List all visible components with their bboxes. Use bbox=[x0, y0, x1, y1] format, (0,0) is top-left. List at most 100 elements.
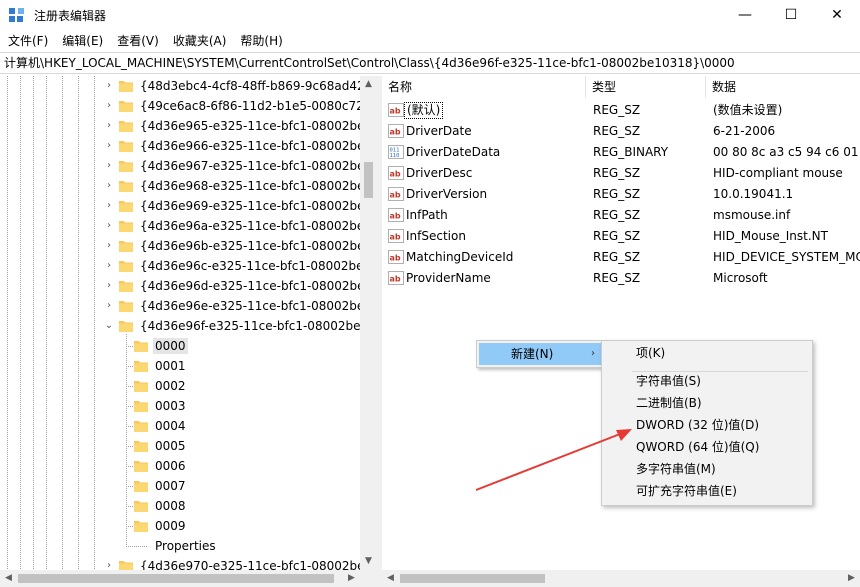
tree-node[interactable]: 0005 bbox=[0, 436, 360, 456]
chevron-right-icon[interactable]: › bbox=[103, 299, 115, 313]
tree-node-selected[interactable]: 0000 bbox=[0, 336, 360, 356]
scroll-thumb[interactable] bbox=[18, 574, 334, 583]
tree-node[interactable]: › {4d36e970-e325-11ce-bfc1-08002be1 bbox=[0, 556, 372, 570]
value-name: DriverDesc bbox=[406, 166, 473, 180]
submenu-item-expandable-string-value[interactable]: 可扩充字符串值(E) bbox=[636, 481, 737, 501]
tree-node[interactable]: 0002 bbox=[0, 376, 360, 396]
tree-node[interactable]: › {4d36e969-e325-11ce-bfc1-08002be1 bbox=[0, 196, 372, 216]
scroll-left-icon[interactable]: ◀ bbox=[382, 570, 399, 587]
chevron-down-icon[interactable]: ⌄ bbox=[103, 319, 115, 333]
chevron-right-icon[interactable]: › bbox=[103, 139, 115, 153]
value-name: ProviderName bbox=[406, 271, 491, 285]
address-bar[interactable]: 计算机\HKEY_LOCAL_MACHINE\SYSTEM\CurrentCon… bbox=[0, 52, 860, 74]
submenu-item-dword-value[interactable]: DWORD (32 位)值(D) bbox=[636, 415, 759, 435]
tree-vertical-scrollbar[interactable]: ▲ ▼ bbox=[360, 76, 377, 570]
tree-node-label: {49ce6ac8-6f86-11d2-b1e5-0080c72e7 bbox=[140, 99, 377, 113]
tree-node[interactable]: 0008 bbox=[0, 496, 360, 516]
tree-node[interactable]: 0007 bbox=[0, 476, 360, 496]
tree-node[interactable]: 0003 bbox=[0, 396, 360, 416]
maximize-button[interactable]: ☐ bbox=[768, 0, 814, 30]
tree-node[interactable]: › {4d36e96a-e325-11ce-bfc1-08002be1 bbox=[0, 216, 372, 236]
table-row[interactable]: ab InfPath REG_SZ msmouse.inf bbox=[382, 205, 860, 226]
string-value-icon: ab bbox=[388, 229, 404, 243]
chevron-right-icon[interactable]: › bbox=[103, 99, 115, 113]
value-data: HID_Mouse_Inst.NT bbox=[713, 229, 828, 243]
value-type: REG_SZ bbox=[593, 208, 641, 222]
chevron-right-icon[interactable]: › bbox=[103, 119, 115, 133]
tree-node[interactable]: › {4d36e96e-e325-11ce-bfc1-08002be1 bbox=[0, 296, 372, 316]
folder-icon bbox=[119, 319, 133, 332]
tree-node-expanded[interactable]: ⌄ {4d36e96f-e325-11ce-bfc1-08002be1 bbox=[0, 316, 368, 336]
context-menu-new-label: 新建(N) bbox=[511, 347, 554, 361]
menu-file[interactable]: 文件(F) bbox=[2, 30, 54, 52]
scroll-down-icon[interactable]: ▼ bbox=[360, 553, 377, 570]
folder-icon bbox=[134, 459, 148, 472]
table-row[interactable]: ab MatchingDeviceId REG_SZ HID_DEVICE_SY… bbox=[382, 247, 860, 268]
key-tree[interactable]: › {48d3ebc4-4cf8-48ff-b869-9c68ad42e › {… bbox=[0, 76, 377, 570]
tree-node[interactable]: › {4d36e968-e325-11ce-bfc1-08002be1 bbox=[0, 176, 372, 196]
chevron-right-icon[interactable]: › bbox=[103, 219, 115, 233]
submenu-item-string-value[interactable]: 字符串值(S) bbox=[636, 371, 701, 391]
table-row[interactable]: ab (默认) REG_SZ (数值未设置) bbox=[382, 100, 860, 121]
submenu-item-qword-value[interactable]: QWORD (64 位)值(Q) bbox=[636, 437, 759, 457]
menu-edit[interactable]: 编辑(E) bbox=[56, 30, 109, 52]
submenu-item-key[interactable]: 项(K) bbox=[636, 343, 665, 363]
chevron-right-icon[interactable]: › bbox=[103, 79, 115, 93]
table-row[interactable]: ab InfSection REG_SZ HID_Mouse_Inst.NT bbox=[382, 226, 860, 247]
tree-node[interactable]: › {4d36e96b-e325-11ce-bfc1-08002be1 bbox=[0, 236, 372, 256]
menu-favorites[interactable]: 收藏夹(A) bbox=[167, 30, 233, 52]
tree-node[interactable]: › {4d36e96c-e325-11ce-bfc1-08002be1 bbox=[0, 256, 371, 276]
chevron-right-icon[interactable]: › bbox=[103, 239, 115, 253]
table-row[interactable]: ab DriverDesc REG_SZ HID-compliant mouse bbox=[382, 163, 860, 184]
tree-node[interactable]: › {49ce6ac8-6f86-11d2-b1e5-0080c72e7 bbox=[0, 96, 376, 116]
tree-node-label: 0008 bbox=[155, 499, 186, 513]
tree-node[interactable]: › {4d36e96d-e325-11ce-bfc1-08002be1 bbox=[0, 276, 372, 296]
tree-node[interactable]: Properties bbox=[0, 536, 360, 556]
tree-node[interactable]: › {4d36e967-e325-11ce-bfc1-08002be1 bbox=[0, 156, 372, 176]
table-row[interactable]: ab ProviderName REG_SZ Microsoft bbox=[382, 268, 860, 289]
tree-node-label: 0003 bbox=[155, 399, 186, 413]
tree-node-label: 0000 bbox=[153, 338, 188, 354]
scroll-right-icon[interactable]: ▶ bbox=[343, 570, 360, 587]
folder-icon bbox=[134, 379, 148, 392]
tree-node[interactable]: 0004 bbox=[0, 416, 360, 436]
scroll-left-icon[interactable]: ◀ bbox=[0, 570, 17, 587]
column-header-name[interactable]: 名称 bbox=[382, 76, 586, 98]
scroll-up-icon[interactable]: ▲ bbox=[360, 76, 377, 93]
tree-node[interactable]: › {4d36e966-e325-11ce-bfc1-08002be1 bbox=[0, 136, 372, 156]
table-row[interactable]: ab DriverVersion REG_SZ 10.0.19041.1 bbox=[382, 184, 860, 205]
folder-icon bbox=[134, 359, 148, 372]
table-row[interactable]: 011 110 DriverDateData REG_BINARY 00 80 8… bbox=[382, 142, 860, 163]
column-header-type[interactable]: 类型 bbox=[586, 76, 706, 98]
tree-node[interactable]: 0006 bbox=[0, 456, 360, 476]
submenu-item-binary-value[interactable]: 二进制值(B) bbox=[636, 393, 702, 413]
scroll-thumb[interactable] bbox=[400, 574, 545, 583]
chevron-right-icon[interactable]: › bbox=[103, 179, 115, 193]
tree-node[interactable]: › {4d36e965-e325-11ce-bfc1-08002be1 bbox=[0, 116, 372, 136]
menu-help[interactable]: 帮助(H) bbox=[234, 30, 288, 52]
chevron-right-icon[interactable]: › bbox=[103, 159, 115, 173]
minimize-button[interactable]: — bbox=[722, 0, 768, 30]
value-type: REG_SZ bbox=[593, 229, 641, 243]
tree-node-label: 0005 bbox=[155, 439, 186, 453]
column-header-data[interactable]: 数据 bbox=[706, 76, 860, 98]
folder-icon bbox=[119, 139, 133, 152]
table-row[interactable]: ab DriverDate REG_SZ 6-21-2006 bbox=[382, 121, 860, 142]
list-horizontal-scrollbar[interactable]: ◀ ▶ bbox=[382, 570, 860, 587]
close-button[interactable]: ✕ bbox=[814, 0, 860, 30]
scroll-thumb[interactable] bbox=[364, 162, 373, 198]
scroll-right-icon[interactable]: ▶ bbox=[843, 570, 860, 587]
value-name: MatchingDeviceId bbox=[406, 250, 514, 264]
chevron-right-icon[interactable]: › bbox=[103, 259, 115, 273]
tree-horizontal-scrollbar[interactable]: ◀ ▶ bbox=[0, 570, 377, 587]
submenu-item-multi-string-value[interactable]: 多字符串值(M) bbox=[636, 459, 716, 479]
tree-node[interactable]: 0001 bbox=[0, 356, 360, 376]
chevron-right-icon[interactable]: › bbox=[103, 279, 115, 293]
tree-node[interactable]: 0009 bbox=[0, 516, 360, 536]
context-menu-new[interactable]: 新建(N) › bbox=[479, 343, 601, 365]
menu-view[interactable]: 查看(V) bbox=[111, 30, 165, 52]
chevron-right-icon[interactable]: › bbox=[103, 199, 115, 213]
chevron-right-icon[interactable]: › bbox=[103, 559, 115, 570]
string-value-icon: ab bbox=[388, 187, 404, 201]
tree-node[interactable]: › {48d3ebc4-4cf8-48ff-b869-9c68ad42e bbox=[0, 76, 372, 96]
